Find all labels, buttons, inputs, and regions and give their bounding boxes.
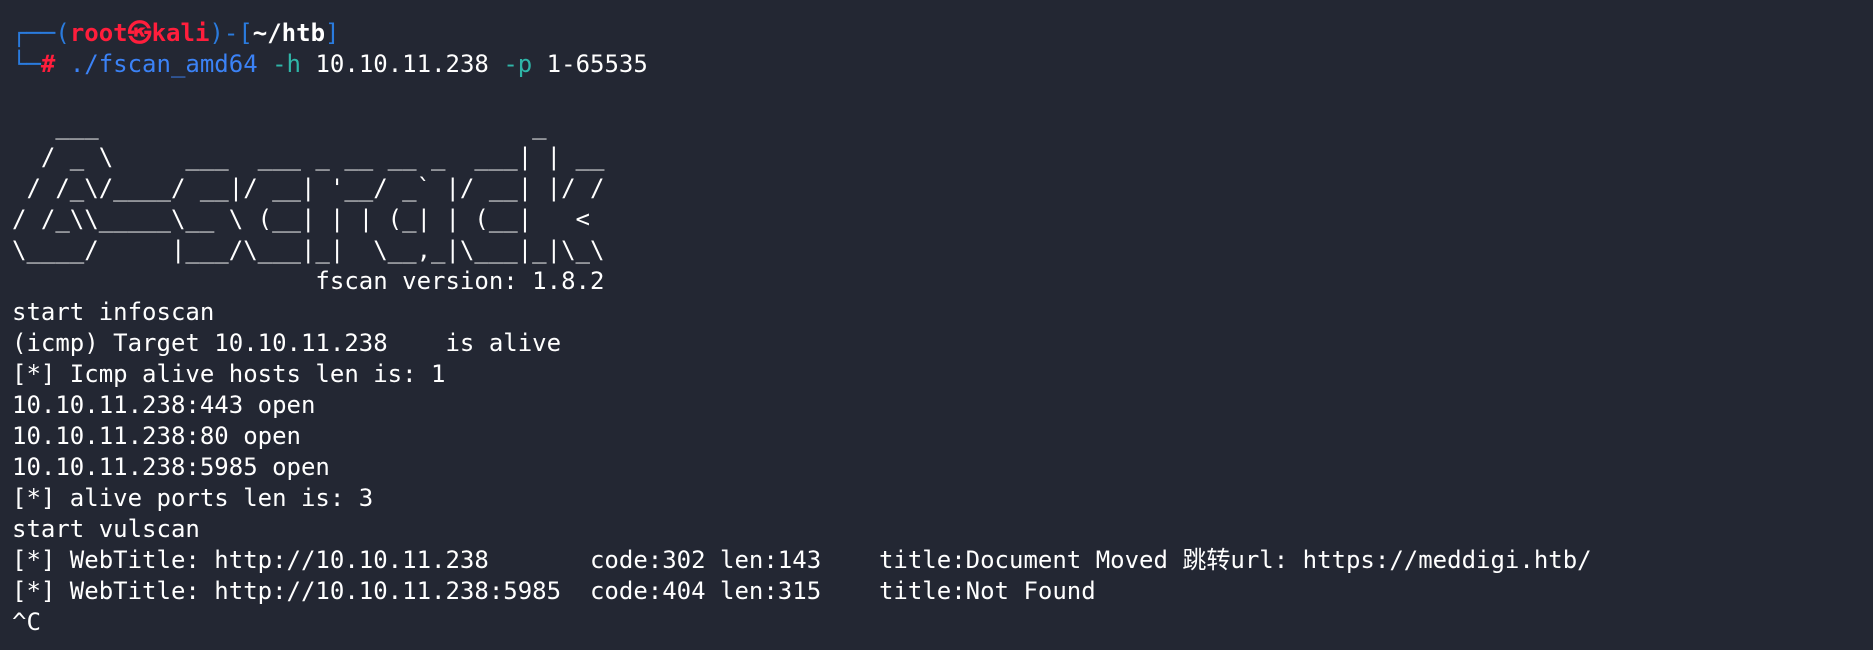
terminal-window[interactable]: ┌──(root㉿kali)-[~/htb] └─# ./fscan_amd64… [12,18,1873,650]
output-line: 10.10.11.238:443 open [12,391,316,419]
banner-line: ___ _ [12,112,605,140]
skull-icon: ㉿ [127,19,152,47]
command-name: ./fscan_amd64 [69,50,258,78]
command-flag-p: -p [503,50,533,78]
prompt-user: root [69,19,128,47]
prompt-hash: # [40,50,56,78]
command-target: 10.10.11.238 [315,50,489,78]
banner-line: / _ \ ___ ___ _ __ __ _ ___| | __ [12,143,619,171]
output-line: [*] alive ports len is: 3 [12,484,374,512]
prompt-open-bracket: [ [238,19,253,47]
prompt-close-paren: ) [209,19,224,47]
output-line: start vulscan [12,515,200,543]
prompt-cwd: ~/htb [252,19,326,47]
banner-line: / /_\\_____\__ \ (__| | | (_| | (__| < [12,205,648,233]
output-line: 10.10.11.238:80 open [12,422,301,450]
prompt-close-bracket: ] [325,19,340,47]
output-line: 10.10.11.238:5985 open [12,453,330,481]
prompt-open-paren: ( [55,19,70,47]
output-line: [*] WebTitle: http://10.10.11.238 code:3… [12,546,1592,574]
version-line: fscan version: 1.8.2 [12,267,605,295]
command-ports: 1-65535 [546,50,648,78]
output-line: (icmp) Target 10.10.11.238 is alive [12,329,562,357]
output-line: start infoscan [12,298,215,326]
prompt-host: kali [151,19,210,47]
prompt-corner-top: ┌── [12,19,56,47]
command-flag-h: -h [272,50,302,78]
prompt-corner-bottom: └─ [12,50,41,78]
prompt-dash: - [223,19,239,47]
output-line: [*] Icmp alive hosts len is: 1 [12,360,446,388]
prompt-header-line: ┌──(root㉿kali)-[~/htb] [12,18,1873,49]
banner-line: / /_\/____/ __|/ __| '__/ _` |/ __| |/ / [12,174,605,202]
command-line[interactable]: └─# ./fscan_amd64 -h 10.10.11.238 -p 1-6… [12,49,1873,80]
banner-line: \____/ |___/\___|_| \__,_|\___|_|\_\ [12,236,648,264]
output-line: [*] WebTitle: http://10.10.11.238:5985 c… [12,577,1096,605]
output-line: ^C [12,608,41,636]
